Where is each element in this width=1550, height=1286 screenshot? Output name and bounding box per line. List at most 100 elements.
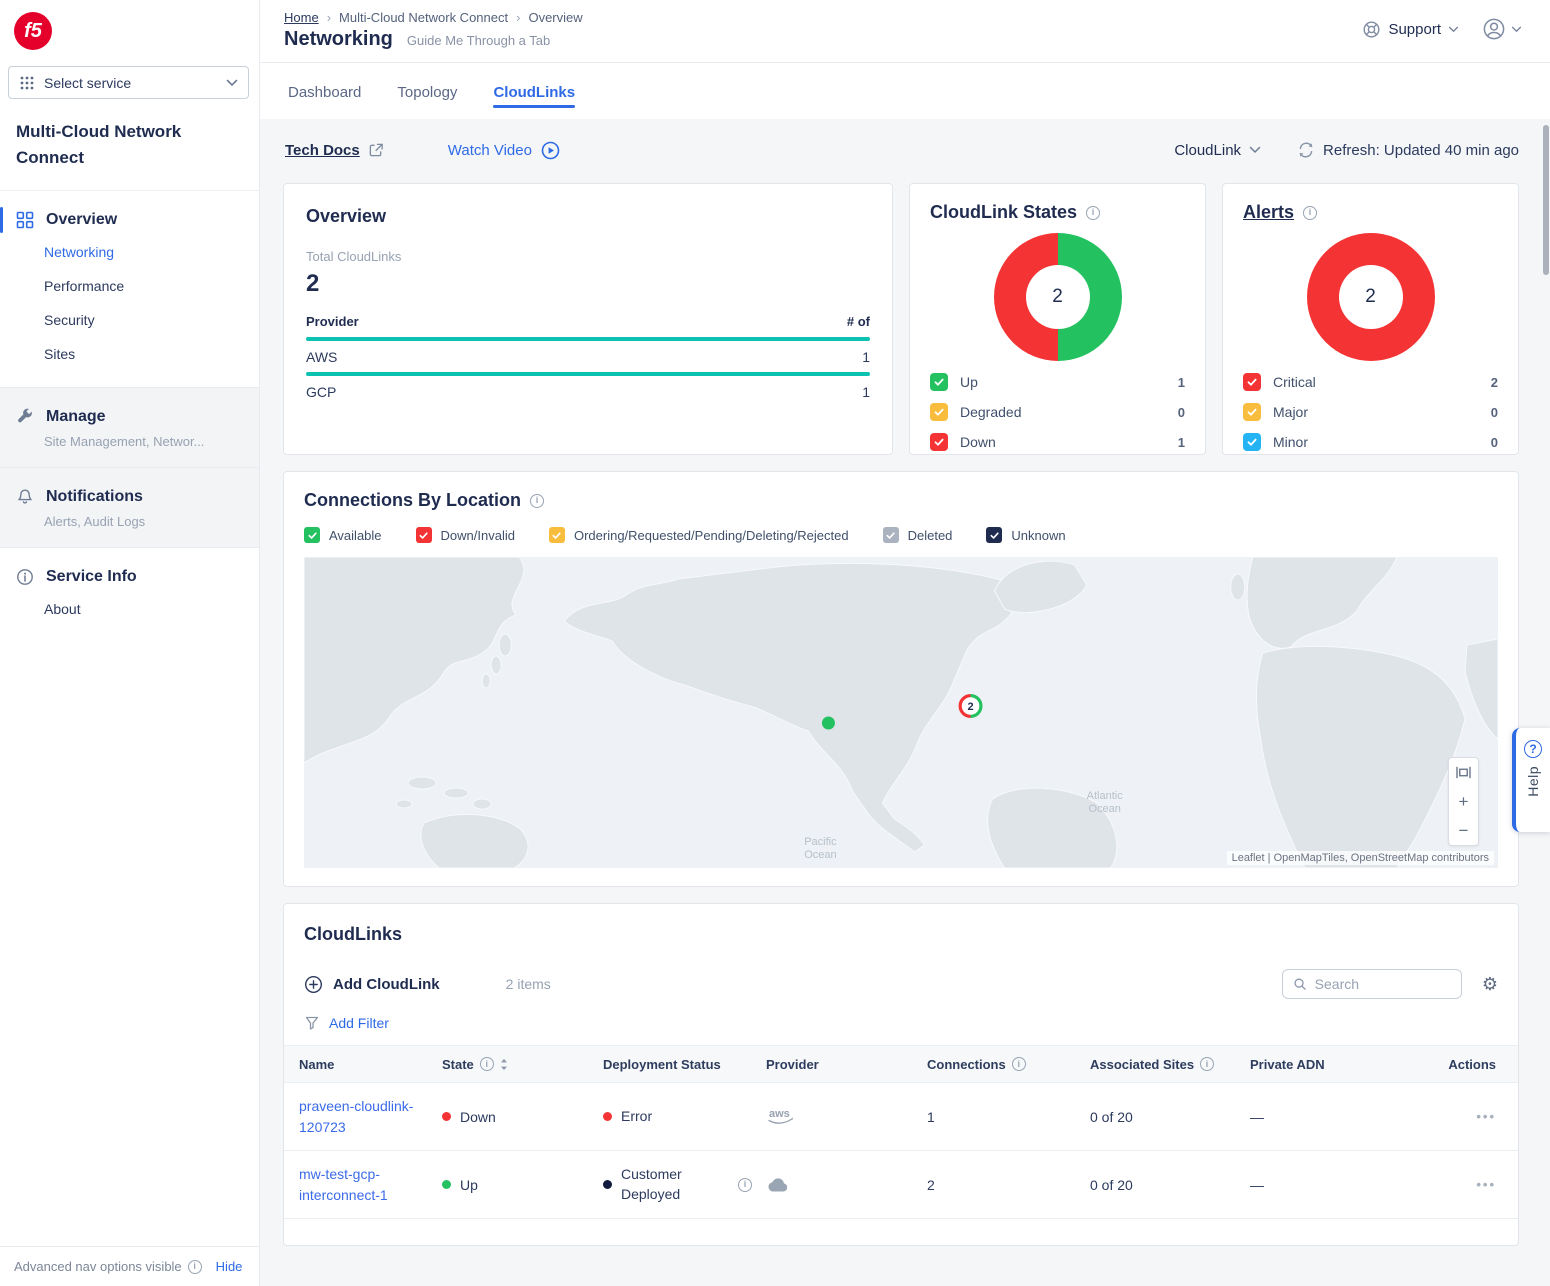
column-header-state[interactable]: State i	[442, 1057, 603, 1072]
breadcrumb-overview: Overview	[528, 10, 582, 25]
map-zoom-out-button[interactable]: −	[1449, 816, 1478, 845]
alerts-card: Alerts i 2 Critical 2 Major 0	[1222, 183, 1519, 455]
sidebar-item-sites[interactable]: Sites	[0, 337, 259, 371]
checkbox-critical[interactable]	[1243, 373, 1261, 391]
map-attribution[interactable]: Leaflet | OpenMapTiles, OpenStreetMap co…	[1227, 851, 1494, 865]
items-count: 2 items	[506, 976, 551, 992]
f5-logo-text: f5	[24, 20, 42, 43]
breadcrumb-home[interactable]: Home	[284, 10, 319, 25]
external-link-icon	[368, 142, 384, 158]
tech-docs-link[interactable]: Tech Docs	[285, 142, 384, 159]
legend-label: Unknown	[1011, 528, 1065, 543]
tab-topology[interactable]: Topology	[397, 66, 457, 116]
row-actions-menu[interactable]: •••	[1476, 1177, 1496, 1192]
table-row: mw-test-gcp-interconnect-1 Up Customer D…	[284, 1151, 1518, 1219]
overview-card: Overview Total CloudLinks 2 Provider # o…	[283, 183, 893, 455]
provider-column-header: Provider	[306, 314, 359, 329]
plus-circle-icon	[304, 975, 323, 994]
checkbox-ordering[interactable]	[549, 527, 565, 543]
info-icon[interactable]: i	[1086, 206, 1100, 220]
legend-label: Major	[1273, 404, 1308, 420]
sidebar-item-performance[interactable]: Performance	[0, 269, 259, 303]
info-icon[interactable]: i	[480, 1057, 494, 1071]
info-icon[interactable]: i	[1303, 206, 1317, 220]
lifebuoy-icon	[1362, 20, 1381, 39]
info-icon[interactable]: i	[188, 1260, 202, 1274]
tab-dashboard[interactable]: Dashboard	[288, 66, 361, 116]
sidebar-item-security[interactable]: Security	[0, 303, 259, 337]
sidebar-item-about[interactable]: About	[0, 592, 259, 626]
associated-sites-cell: 0 of 20	[1090, 1177, 1250, 1193]
info-icon[interactable]: i	[1012, 1057, 1026, 1071]
chevron-down-icon	[1511, 26, 1522, 33]
breadcrumb-separator	[516, 10, 520, 25]
map-cluster-marker[interactable]: 2	[959, 694, 983, 718]
atlantic-ocean-label2: Ocean	[1088, 803, 1120, 815]
checkbox-down[interactable]	[930, 433, 948, 451]
nav-group-overview: Overview Networking Performance Security…	[0, 191, 259, 387]
table-settings-button[interactable]: ⚙	[1482, 975, 1498, 993]
row-actions-menu[interactable]: •••	[1476, 1109, 1496, 1124]
scrollbar-thumb[interactable]	[1543, 125, 1549, 275]
info-icon[interactable]: i	[1200, 1057, 1214, 1071]
info-icon[interactable]: i	[530, 494, 544, 508]
add-cloudlink-button[interactable]: Add CloudLink	[304, 975, 440, 994]
sidebar-item-service-info[interactable]: Service Info	[0, 562, 259, 592]
guide-me-link[interactable]: Guide Me Through a Tab	[407, 33, 550, 48]
hide-nav-link[interactable]: Hide	[216, 1259, 243, 1274]
map-marker-available[interactable]	[822, 717, 835, 730]
legend-down-invalid: Down/Invalid	[416, 527, 515, 543]
sidebar-item-overview[interactable]: Overview	[0, 205, 259, 235]
nav-group-manage[interactable]: Manage Site Management, Networ...	[0, 387, 259, 468]
add-filter-button[interactable]: Add Filter	[304, 1015, 389, 1031]
scope-dropdown[interactable]: CloudLink	[1174, 142, 1261, 159]
checkbox-up[interactable]	[930, 373, 948, 391]
support-menu[interactable]: Support	[1362, 20, 1459, 39]
sort-icon[interactable]	[500, 1058, 508, 1071]
alerts-card-title[interactable]: Alerts	[1243, 202, 1294, 223]
map-zoom-in-button[interactable]: +	[1449, 787, 1478, 816]
info-icon[interactable]: i	[738, 1178, 752, 1192]
sidebar-item-manage[interactable]: Manage	[0, 402, 259, 432]
checkbox-available[interactable]	[304, 527, 320, 543]
cloudlink-name-link[interactable]: mw-test-gcp-interconnect-1	[299, 1164, 419, 1205]
nav-group-notifications[interactable]: Notifications Alerts, Audit Logs	[0, 468, 259, 548]
sidebar-item-networking[interactable]: Networking	[0, 235, 259, 269]
checkbox-unknown[interactable]	[986, 527, 1002, 543]
checkbox-major[interactable]	[1243, 403, 1261, 421]
apps-grid-icon	[19, 75, 35, 91]
column-header-associated-sites: Associated Sites i	[1090, 1057, 1250, 1072]
world-map[interactable]: Pacific Ocean Atlantic Ocean 2	[304, 557, 1498, 868]
checkbox-minor[interactable]	[1243, 433, 1261, 451]
tab-cloudlinks[interactable]: CloudLinks	[493, 66, 575, 116]
user-menu[interactable]	[1481, 16, 1522, 42]
check-icon	[933, 406, 945, 418]
search-input[interactable]	[1315, 976, 1451, 992]
sidebar-item-notifications[interactable]: Notifications	[0, 482, 259, 512]
atlantic-ocean-label: Atlantic	[1087, 790, 1124, 802]
cloudlink-name-link[interactable]: praveen-cloudlink-120723	[299, 1096, 419, 1137]
column-header-connections: Connections i	[927, 1057, 1090, 1072]
cloudlinks-card-title: CloudLinks	[284, 924, 1518, 945]
select-service-dropdown[interactable]: Select service	[8, 66, 249, 99]
top-bar: Home Multi-Cloud Network Connect Overvie…	[260, 0, 1550, 63]
play-video-icon	[541, 141, 560, 160]
map-fit-bounds-button[interactable]	[1449, 758, 1478, 787]
legend-row-up: Up 1	[930, 367, 1185, 397]
checkbox-down-invalid[interactable]	[416, 527, 432, 543]
total-cloudlinks-value: 2	[306, 270, 870, 298]
refresh-button[interactable]: Refresh: Updated 40 min ago	[1297, 141, 1519, 159]
bell-icon	[16, 488, 34, 506]
breadcrumb-mcn[interactable]: Multi-Cloud Network Connect	[339, 10, 508, 25]
checkbox-degraded[interactable]	[930, 403, 948, 421]
checkbox-deleted[interactable]	[883, 527, 899, 543]
legend-label: Down/Invalid	[441, 528, 515, 543]
provider-cell: aws	[766, 1106, 927, 1128]
legend-row-degraded: Degraded 0	[930, 397, 1185, 427]
overview-card-title: Overview	[306, 206, 870, 227]
status-dot	[442, 1112, 451, 1121]
main-content: Tech Docs Watch Video CloudLink	[260, 119, 1550, 1286]
watch-video-link[interactable]: Watch Video	[448, 141, 560, 160]
f5-logo[interactable]: f5	[14, 12, 52, 50]
help-tab[interactable]: ? Help	[1512, 728, 1550, 832]
